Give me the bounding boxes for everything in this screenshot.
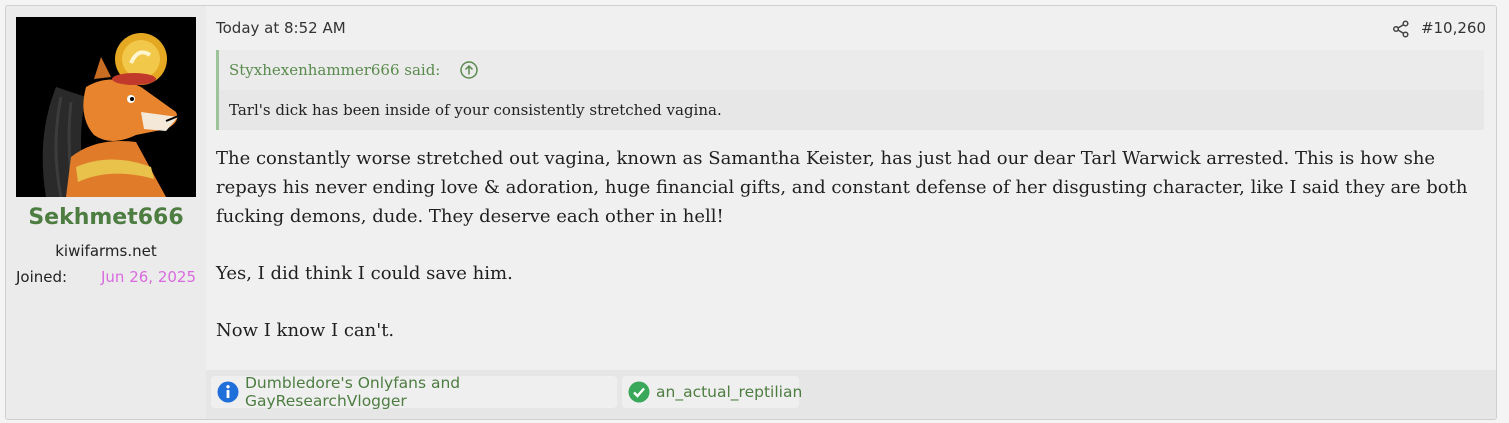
reaction-label: Dumbledore's Onlyfans and GayResearchVlo… [245,374,461,410]
arrow-up-circle-icon[interactable] [459,60,479,80]
post-main: Today at 8:52 AM #10,260 Styxhexenhammer… [206,6,1496,370]
avatar-image [16,17,196,197]
reactions-bar: Dumbledore's Onlyfans and GayResearchVlo… [206,370,1496,419]
reaction-badge-dumbledore[interactable]: Dumbledore's Onlyfans and GayResearchVlo… [211,374,617,410]
user-title: kiwifarms.net [55,242,157,260]
avatar[interactable] [16,17,196,197]
post-paragraph: Yes, I did think I could save him. [216,263,513,284]
user-block: Sekhmet666 kiwifarms.net Joined: Jun 26,… [6,6,206,419]
post-paragraph: Now I know I can't. [216,320,395,341]
post-paragraph: The constantly worse stretched out vagin… [216,148,1468,227]
joined-label: Joined: [16,268,68,286]
username-link[interactable]: Sekhmet666 [6,205,206,230]
post-number-link[interactable]: #10,260 [1421,19,1486,37]
check-circle-icon [628,381,650,403]
quote-header: Styxhexenhammer666 said: [219,50,1484,90]
reaction-badge-reptilian[interactable]: an_actual_reptilian [622,376,803,408]
quote-author-link[interactable]: Styxhexenhammer666 said: [229,61,440,79]
post-body: The constantly worse stretched out vagin… [216,144,1476,373]
post-timestamp[interactable]: Today at 8:52 AM [216,19,346,37]
share-icon[interactable] [1392,20,1410,38]
quote-block: Styxhexenhammer666 said: Tarl's dick has… [216,50,1484,130]
joined-date: Jun 26, 2025 [100,268,196,286]
info-icon [217,381,239,403]
post-container: Sekhmet666 kiwifarms.net Joined: Jun 26,… [5,5,1497,420]
quote-text: Tarl's dick has been inside of your cons… [229,101,722,119]
reaction-label: an_actual_reptilian [656,383,803,401]
